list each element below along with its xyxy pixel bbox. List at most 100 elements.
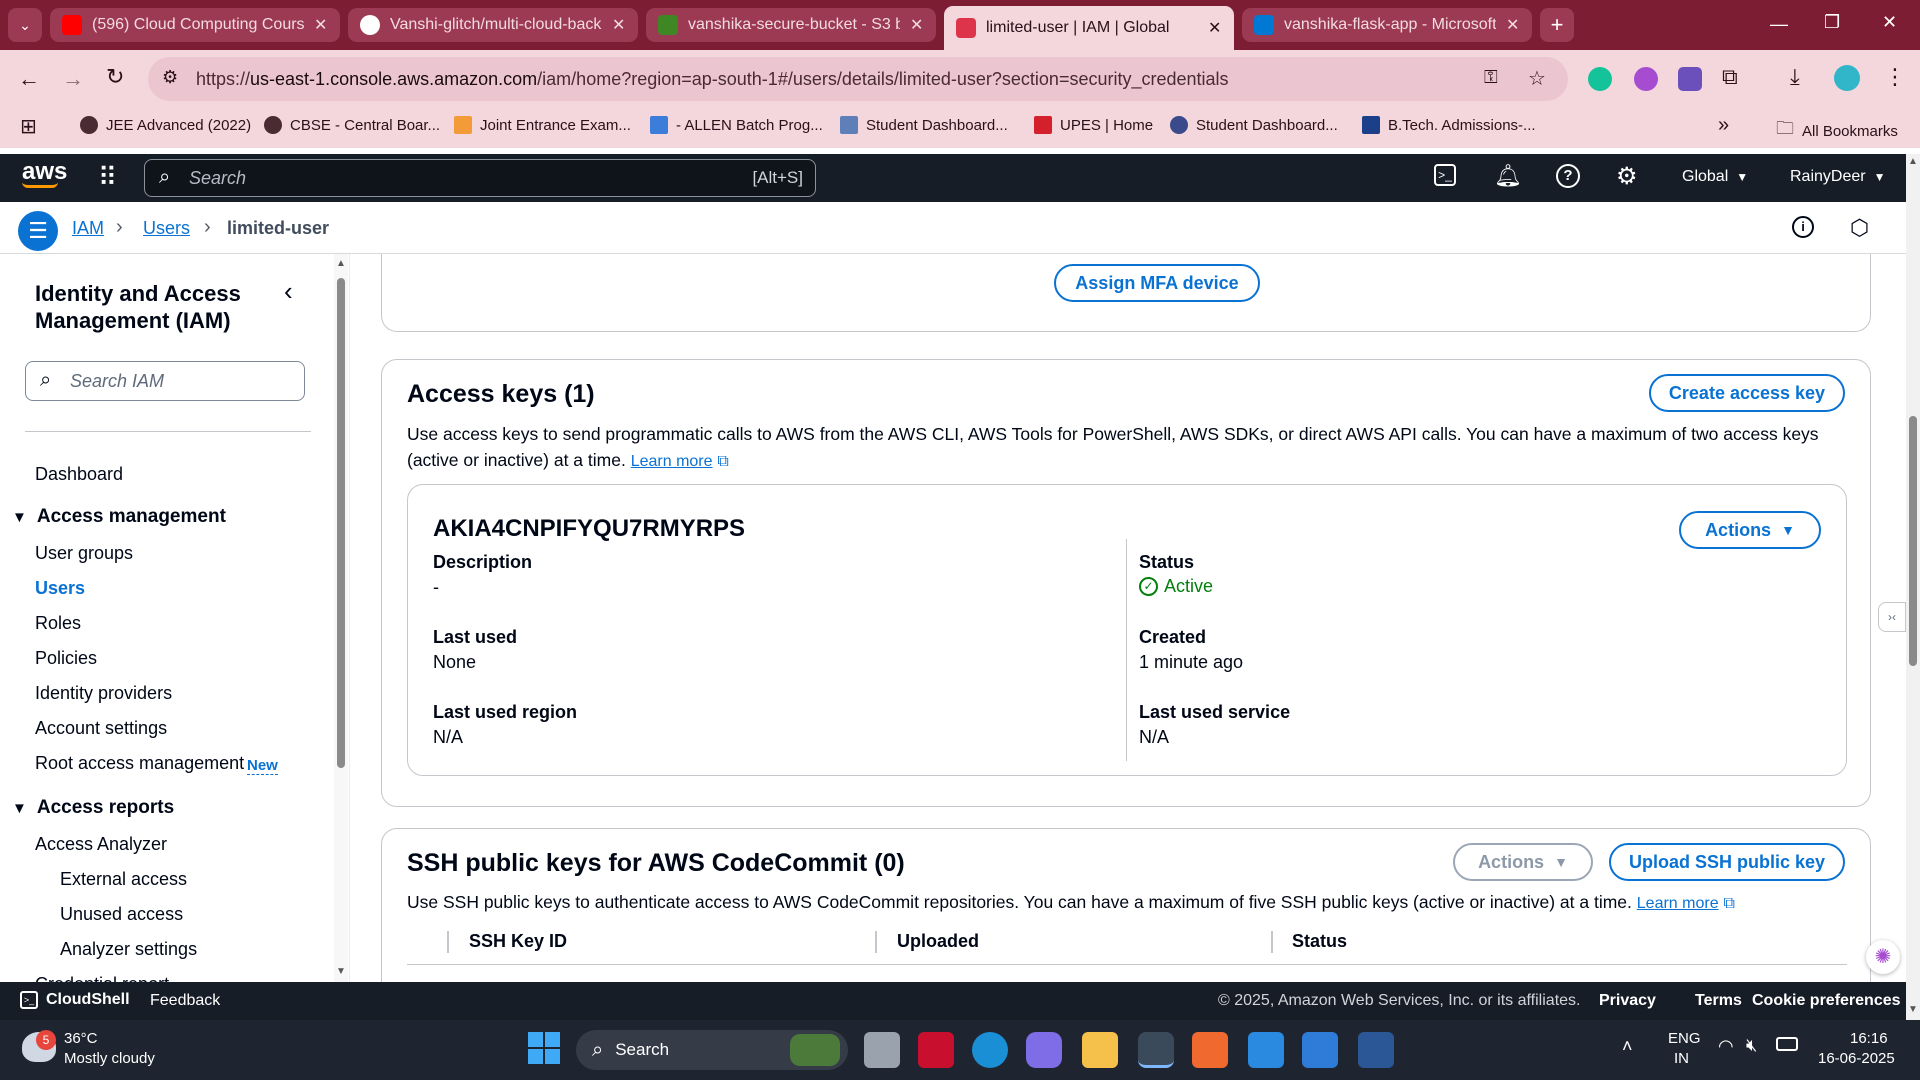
tab-iam[interactable]: limited-user | IAM | Global ✕ [944, 6, 1234, 50]
download-icon[interactable]: ⤓ [1790, 64, 1800, 90]
bookmark-item[interactable]: JEE Advanced (2022) [80, 116, 251, 134]
gear-icon[interactable]: ⚙ [1616, 162, 1638, 191]
bookmark-item[interactable]: Student Dashboard... [840, 116, 1008, 134]
bell-icon[interactable]: 🔔︎ [1494, 163, 1522, 189]
ssh-actions-button[interactable]: Actions ▼ [1453, 843, 1593, 881]
assistant-brain-icon[interactable]: ✺ [1866, 940, 1900, 974]
star-bookmark-icon[interactable]: ☆ [1528, 66, 1546, 91]
column-status[interactable]: Status [1292, 931, 1347, 952]
address-bar[interactable]: ⚙ https://us-east-1.console.aws.amazon.c… [148, 57, 1568, 101]
close-tab-icon[interactable]: ✕ [1208, 18, 1222, 38]
password-key-icon[interactable]: ⚿ [1484, 67, 1498, 88]
settings-hex-icon[interactable]: ⬡ [1850, 215, 1869, 241]
tab-s3[interactable]: vanshika-secure-bucket - S3 bu ✕ [646, 8, 936, 42]
word-icon[interactable] [1358, 1032, 1394, 1068]
bookmark-item[interactable]: Joint Entrance Exam... [454, 116, 631, 134]
sidebar-scroll-thumb[interactable] [337, 278, 345, 768]
paint-icon[interactable] [1302, 1032, 1338, 1068]
bookmark-item[interactable]: UPES | Home [1034, 116, 1153, 134]
bookmark-item[interactable]: CBSE - Central Boar... [264, 116, 440, 134]
scroll-down-icon[interactable]: ▼ [1908, 1004, 1918, 1015]
scroll-down-icon[interactable]: ▼ [336, 966, 346, 977]
all-bookmarks[interactable]: 🗀 All Bookmarks [1776, 116, 1898, 146]
cloudshell-link[interactable]: >_ CloudShell [20, 991, 130, 1009]
edge-icon[interactable] [972, 1032, 1008, 1068]
external-link-icon[interactable]: ⧉ [1723, 895, 1734, 912]
back-icon[interactable]: ← [18, 66, 40, 92]
collapse-sidebar-icon[interactable]: ‹ [284, 276, 293, 307]
grammarly-icon[interactable] [1588, 67, 1612, 91]
column-uploaded[interactable]: Uploaded [897, 931, 979, 952]
panel-toggle-icon[interactable]: ›‹ [1878, 602, 1906, 632]
hamburger-menu-button[interactable]: ☰ [18, 211, 58, 251]
scroll-up-icon[interactable]: ▲ [336, 258, 346, 269]
sidebar-item-access-analyzer[interactable]: Access Analyzer [35, 834, 167, 855]
wifi-icon[interactable]: ◠ [1718, 1036, 1734, 1057]
tab-search-button[interactable]: ⌄ [8, 8, 42, 42]
external-link-icon[interactable]: ⧉ [717, 453, 728, 470]
forward-icon[interactable]: → [62, 66, 84, 92]
close-tab-icon[interactable]: ✕ [1506, 15, 1520, 35]
apps-grid-icon[interactable]: ⊞ [20, 114, 37, 139]
sidebar-item-account-settings[interactable]: Account settings [35, 718, 167, 739]
bookmark-item[interactable]: B.Tech. Admissions-... [1362, 116, 1536, 134]
profile-avatar[interactable] [1834, 65, 1860, 91]
sidebar-item-analyzer-settings[interactable]: Analyzer settings [60, 939, 197, 960]
sidebar-item-unused-access[interactable]: Unused access [60, 904, 183, 925]
reload-icon[interactable]: ↻ [106, 64, 124, 90]
help-icon[interactable]: ? [1556, 164, 1580, 188]
extension-mail-icon[interactable] [1678, 67, 1702, 91]
more-bookmarks-chevron[interactable]: » [1718, 114, 1729, 137]
new-tab-button[interactable]: + [1540, 8, 1574, 42]
task-view-icon[interactable] [864, 1032, 900, 1068]
extension-brain-icon[interactable] [1634, 67, 1658, 91]
clock-time[interactable]: 16:16 [1850, 1030, 1888, 1047]
site-info-icon[interactable]: ⚙ [162, 67, 178, 88]
show-hidden-icons-chevron[interactable]: ˄ [1622, 1036, 1633, 1057]
menu-kebab-icon[interactable]: ⋮ [1884, 64, 1906, 90]
sidebar-item-external-access[interactable]: External access [60, 869, 187, 890]
battery-icon[interactable] [1776, 1037, 1798, 1051]
terms-link[interactable]: Terms [1695, 992, 1742, 1010]
tab-github[interactable]: Vanshi-glitch/multi-cloud-back ✕ [348, 8, 638, 42]
clock-date[interactable]: 16-06-2025 [1818, 1050, 1895, 1067]
learn-more-link[interactable]: Learn more [631, 453, 713, 470]
sidebar-scrollbar[interactable]: ▲ ▼ [334, 254, 348, 982]
sidebar-item-credential-report[interactable]: Credential report [35, 974, 169, 982]
weather-text[interactable]: Mostly cloudy [64, 1050, 155, 1067]
close-tab-icon[interactable]: ✕ [612, 15, 626, 35]
info-icon[interactable]: i [1792, 216, 1814, 238]
sidebar-item-root-access-management[interactable]: Root access management [35, 753, 244, 774]
chrome-icon[interactable] [1138, 1032, 1174, 1068]
region-selector[interactable]: Global ▼ [1682, 168, 1748, 186]
maximize-button[interactable]: ❐ [1824, 12, 1840, 33]
tab-youtube[interactable]: (596) Cloud Computing Course ✕ [50, 8, 340, 42]
learn-more-link[interactable]: Learn more [1637, 895, 1719, 912]
create-access-key-button[interactable]: Create access key [1649, 374, 1845, 412]
aws-search-input[interactable]: ⌕ Search [Alt+S] [144, 159, 816, 197]
sidebar-section-access-reports[interactable]: ▼ Access reports [12, 797, 174, 819]
feedback-link[interactable]: Feedback [150, 992, 220, 1010]
cloudshell-icon[interactable]: >_ [1434, 164, 1456, 186]
scroll-up-icon[interactable]: ▲ [1908, 156, 1918, 167]
account-menu[interactable]: RainyDeer ▼ [1790, 168, 1885, 186]
taskbar-search-input[interactable]: ⌕ Search [576, 1030, 848, 1070]
minimize-button[interactable]: — [1770, 14, 1788, 35]
windows-start-icon[interactable] [528, 1032, 560, 1064]
sidebar-item-roles[interactable]: Roles [35, 613, 81, 634]
close-window-button[interactable]: ✕ [1882, 12, 1897, 33]
key-actions-button[interactable]: Actions ▼ [1679, 511, 1821, 549]
privacy-link[interactable]: Privacy [1599, 992, 1656, 1010]
sidebar-item-identity-providers[interactable]: Identity providers [35, 683, 172, 704]
page-scroll-thumb[interactable] [1909, 416, 1917, 666]
language-top[interactable]: ENG [1668, 1030, 1701, 1047]
aws-logo[interactable]: aws [22, 160, 67, 188]
sidebar-item-policies[interactable]: Policies [35, 648, 97, 669]
extensions-puzzle-icon[interactable]: ⧉ [1722, 64, 1738, 90]
sidebar-item-user-groups[interactable]: User groups [35, 543, 133, 564]
speaker-muted-icon[interactable]: 🔇︎ [1746, 1035, 1757, 1056]
bookmark-item[interactable]: - ALLEN Batch Prog... [650, 116, 823, 134]
xampp-icon[interactable] [1192, 1032, 1228, 1068]
cookie-preferences-link[interactable]: Cookie preferences [1752, 992, 1901, 1010]
language-bottom[interactable]: IN [1674, 1050, 1689, 1067]
